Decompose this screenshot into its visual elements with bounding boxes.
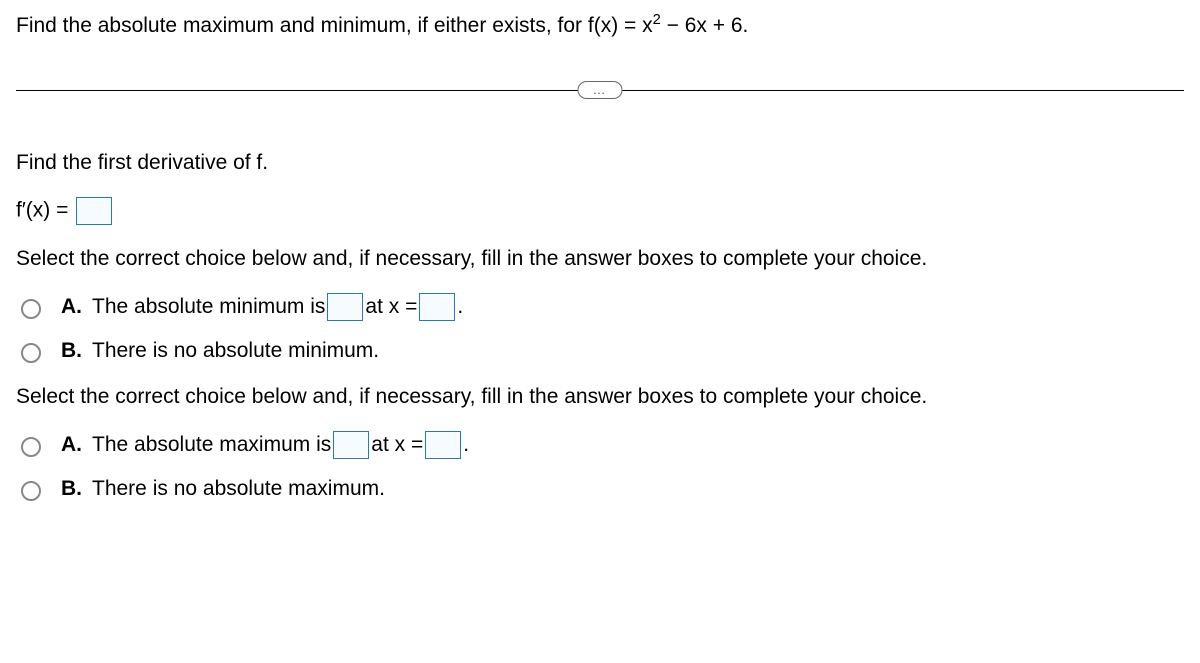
stem-prefix: Find the absolute maximum and minimum, i… [16,14,653,37]
max-b-label: B. [61,477,82,501]
max-b-text: There is no absolute maximum. [92,477,385,501]
max-radio-a[interactable] [21,437,41,457]
min-x-input[interactable] [419,293,455,321]
min-radio-a[interactable] [21,299,41,319]
section-divider: … [16,90,1184,91]
min-choice-b: B. There is no absolute minimum. [16,339,1184,363]
max-a-post: . [463,433,469,457]
stem-suffix: − 6x + 6. [661,14,749,37]
max-radio-b[interactable] [21,481,41,501]
min-a-pre: The absolute minimum is [92,295,325,319]
ellipsis-icon[interactable]: … [578,81,623,99]
min-a-mid: at x = [365,295,417,319]
min-value-input[interactable] [327,293,363,321]
min-a-post: . [457,295,463,319]
max-a-mid: at x = [371,433,423,457]
derivative-input[interactable] [76,197,112,225]
derivative-equation: f′(x) = [16,197,1184,225]
min-b-text: There is no absolute minimum. [92,339,379,363]
min-radio-b[interactable] [21,343,41,363]
derivative-label: f′(x) = [16,199,74,222]
select-prompt-max: Select the correct choice below and, if … [16,385,1184,409]
max-a-pre: The absolute maximum is [92,433,331,457]
max-a-label: A. [61,433,82,457]
max-x-input[interactable] [425,431,461,459]
derivative-prompt: Find the first derivative of f. [16,151,1184,175]
select-prompt-min: Select the correct choice below and, if … [16,247,1184,271]
min-choice-a: A. The absolute minimum is at x = . [16,293,1184,321]
min-b-label: B. [61,339,82,363]
max-choice-a: A. The absolute maximum is at x = . [16,431,1184,459]
max-choice-b: B. There is no absolute maximum. [16,477,1184,501]
stem-exponent: 2 [653,12,661,28]
max-value-input[interactable] [333,431,369,459]
min-a-label: A. [61,295,82,319]
question-stem: Find the absolute maximum and minimum, i… [16,10,1184,40]
